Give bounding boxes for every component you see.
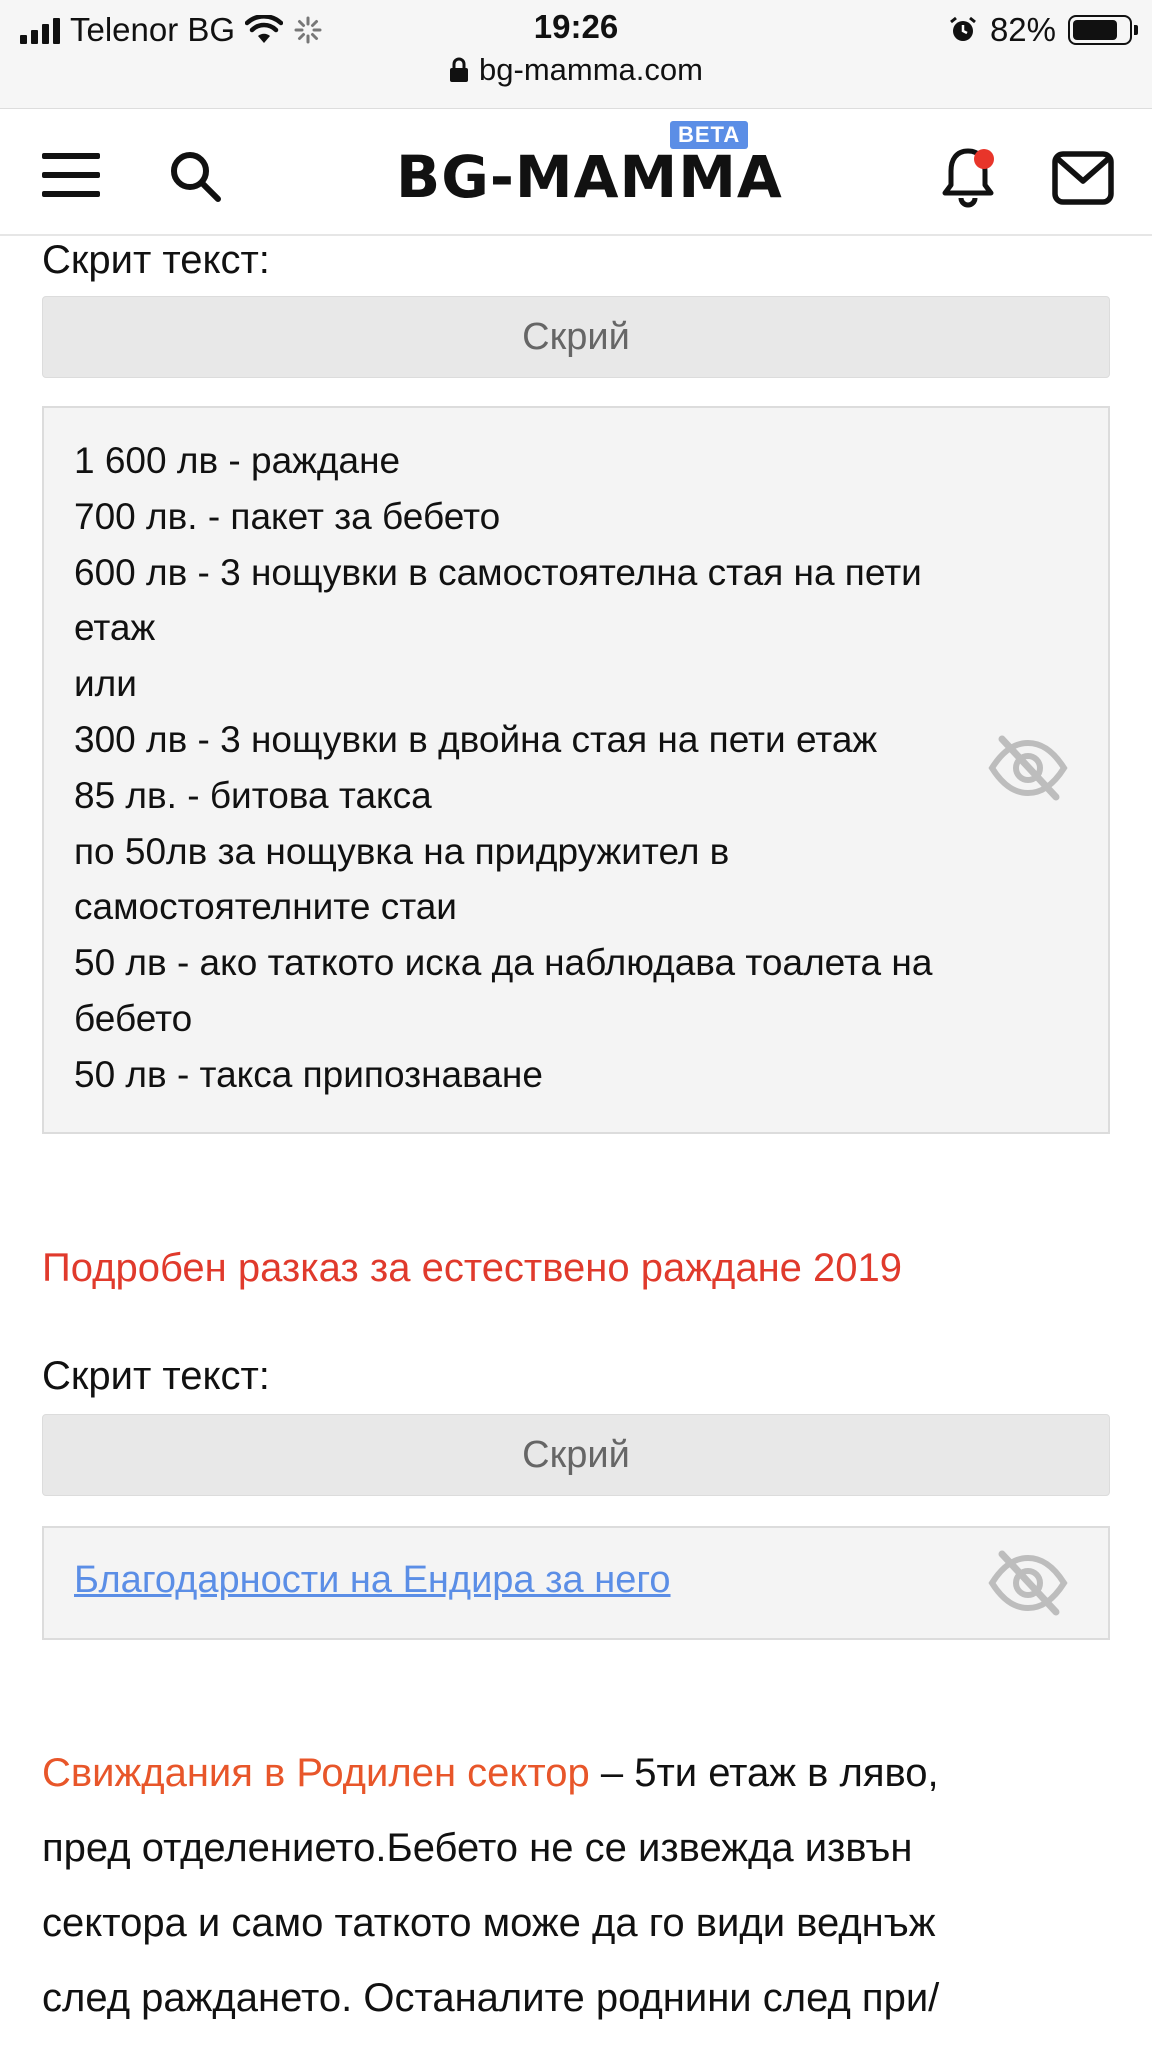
thanks-link[interactable]: Благодарности на Ендира за него [74, 1559, 671, 1601]
lock-icon [450, 57, 469, 82]
site-header: BG-MAMMA BETA [0, 108, 1152, 236]
spoiler-content: Благодарности на Ендира за него [42, 1526, 1110, 1640]
hide-spoiler-button[interactable]: Скрий [42, 296, 1110, 378]
site-logo[interactable]: BG-MAMMA [396, 143, 783, 211]
eye-slash-icon[interactable] [988, 1548, 1068, 1618]
price-line: 600 лв - 3 нощувки в самостоятелна стая … [74, 551, 922, 593]
beta-badge: BETA [670, 121, 749, 149]
search-icon[interactable] [168, 149, 222, 203]
price-line: бебето [74, 997, 193, 1039]
address-bar[interactable]: bg-mamma.com [0, 52, 1152, 88]
paragraph-text: – 5ти етаж в ляво, [589, 1751, 939, 1795]
mail-icon[interactable] [1052, 151, 1114, 205]
battery-percent: 82% [989, 11, 1056, 48]
visits-heading-link[interactable]: Свиждания в Родилен сектор [42, 1751, 590, 1795]
status-right: 82% [948, 10, 1138, 50]
paragraph-line: сектора и само таткото може да го види в… [42, 1901, 936, 1945]
paragraph-line: след раждането. Останалите роднини след … [42, 1976, 940, 2020]
price-line: 50 лв - ако таткото иска да наблюдава то… [74, 942, 933, 984]
spoiler-label: Скрит текст: [42, 1354, 270, 1398]
price-line: по 50лв за нощувка на придружител в [74, 830, 730, 872]
eye-slash-icon[interactable] [988, 733, 1068, 803]
price-line: 700 лв. - пакет за бебето [74, 495, 501, 537]
price-list: 1 600 лв - раждане 700 лв. - пакет за бе… [74, 433, 1078, 1103]
spoiler-label: Скрит текст: [42, 238, 270, 282]
hide-spoiler-button[interactable]: Скрий [42, 1414, 1110, 1496]
post-content: Скрит текст: Скрий 1 600 лв - раждане 70… [42, 236, 1110, 2036]
alarm-icon [950, 16, 976, 41]
price-line: или [74, 663, 137, 705]
visits-paragraph: Свиждания в Родилен сектор – 5ти етаж в … [42, 1736, 1110, 2036]
price-line: етаж [74, 607, 156, 649]
url-text: bg-mamma.com [479, 52, 703, 87]
paragraph-line: Свиждания в Родилен сектор – 5ти етаж в … [42, 1736, 1110, 1811]
price-line: самостоятелните стаи [74, 886, 457, 928]
birth-story-link[interactable]: Подробен разказ за естествено раждане 20… [42, 1244, 1110, 1292]
paragraph-line: пред отделението.Бебето не се извежда из… [42, 1826, 913, 1870]
notification-dot [974, 149, 994, 169]
price-line: 300 лв - 3 нощувки в двойна стая на пети… [74, 718, 878, 760]
status-bar: Telenor BG 19:26 82% bg-mamma.com [0, 0, 1152, 108]
spoiler-content: 1 600 лв - раждане 700 лв. - пакет за бе… [42, 406, 1110, 1134]
price-line: 85 лв. - битова такса [74, 774, 432, 816]
menu-icon[interactable] [42, 153, 100, 197]
price-line: 50 лв - такса припознаване [74, 1053, 543, 1095]
battery-icon [1068, 15, 1138, 45]
price-line: 1 600 лв - раждане [74, 440, 401, 481]
